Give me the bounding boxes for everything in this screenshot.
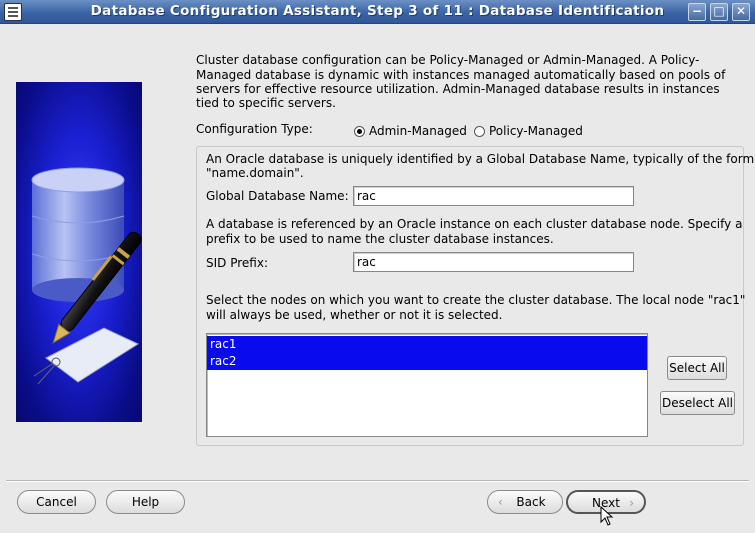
database-pen-illustration [16,82,142,422]
close-button[interactable]: ✕ [732,3,750,21]
list-item-rac1[interactable]: rac1 [207,336,647,353]
chevron-left-icon: ‹ [498,495,503,509]
minimize-button[interactable]: − [688,3,706,21]
gdn-description-line-1: An Oracle database is uniquely identifie… [206,152,755,166]
gdn-description-line-2: "name.domain". [206,166,304,180]
global-database-name-label: Global Database Name: [206,189,349,203]
radio-unselected-icon[interactable] [474,125,485,137]
sid-description-line-2: prefix to be used to name the cluster da… [206,232,554,246]
mouse-cursor-icon [600,506,614,526]
back-button-label: Back [516,495,546,509]
list-item-rac2[interactable]: rac2 [207,353,647,370]
cluster-nodes-list[interactable]: rac1 rac2 [206,333,648,437]
help-button[interactable]: Help [106,490,185,514]
cancel-button[interactable]: Cancel [17,490,96,514]
window-title: Database Configuration Assistant, Step 3… [90,3,665,19]
nodes-description-line-1: Select the nodes on which you want to cr… [206,293,746,307]
intro-text-line-3: servers for effective resource utilizati… [196,82,720,96]
maximize-button[interactable]: □ [710,3,728,21]
deselect-all-button[interactable]: Deselect All [660,391,735,415]
global-database-name-input[interactable]: rac [353,186,634,206]
radio-admin-managed-label: Admin-Managed [369,124,467,138]
database-icon [31,167,142,385]
nodes-description-line-2: will always be used, whether or not it i… [206,308,503,322]
footer-separator [6,480,749,482]
title-bar: Database Configuration Assistant, Step 3… [0,0,755,24]
sid-description-line-1: A database is referenced by an Oracle in… [206,217,743,231]
radio-admin-managed[interactable]: Admin-Managed [354,124,467,138]
radio-policy-managed[interactable]: Policy-Managed [474,124,583,138]
radio-selected-icon[interactable] [354,125,365,137]
sid-prefix-input[interactable]: rac [353,252,634,272]
select-all-button[interactable]: Select All [667,356,727,380]
sid-prefix-label: SID Prefix: [206,256,268,270]
intro-text-line-2: Managed database is dynamic with instanc… [196,68,726,82]
intro-text-line-4: tied to specific servers. [196,96,336,110]
intro-text-line-1: Cluster database configuration can be Po… [196,53,700,67]
configuration-type-label: Configuration Type: [196,122,313,136]
back-button[interactable]: ‹ Back [487,490,563,514]
radio-policy-managed-label: Policy-Managed [489,124,583,138]
chevron-right-icon: › [629,496,634,510]
